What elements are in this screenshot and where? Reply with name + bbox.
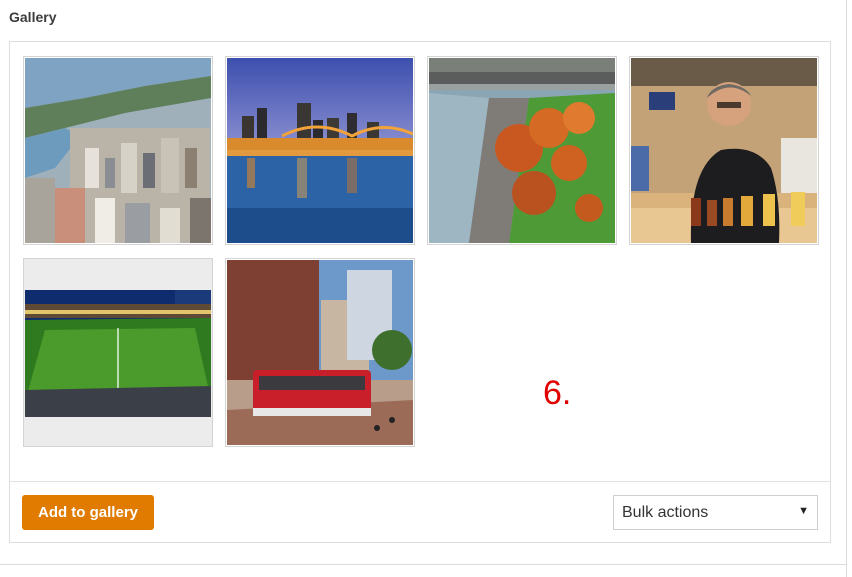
gallery-grid: 6. (23, 56, 819, 448)
bulk-actions-label: Bulk actions (622, 503, 709, 521)
bridge-night-photo (227, 58, 413, 243)
caret-down-icon: ▼ (798, 505, 809, 517)
gallery-thumbnail-4[interactable] (629, 56, 819, 245)
page-bottom-divider (0, 564, 846, 565)
soccer-stadium-photo (25, 290, 211, 417)
riverfront-autumn-photo (429, 58, 615, 243)
add-to-gallery-button[interactable]: Add to gallery (22, 495, 154, 530)
bulk-actions-select[interactable]: Bulk actions ▼ (613, 495, 818, 530)
gallery-thumbnail-1[interactable] (23, 56, 213, 245)
footer-divider (10, 481, 830, 482)
gallery-thumbnail-6[interactable] (225, 258, 415, 447)
beer-tasting-photo (631, 58, 817, 243)
gallery-thumbnail-5[interactable] (23, 258, 213, 447)
section-title: Gallery (9, 9, 57, 25)
gallery-panel: 6. Add to gallery Bulk actions ▼ (9, 41, 831, 543)
gallery-thumbnail-2[interactable] (225, 56, 415, 245)
gallery-thumbnail-3[interactable] (427, 56, 617, 245)
streetcar-downtown-photo (227, 260, 413, 445)
page-edge-divider (846, 0, 847, 577)
step-annotation: 6. (543, 374, 572, 412)
city-aerial-photo (25, 58, 211, 243)
